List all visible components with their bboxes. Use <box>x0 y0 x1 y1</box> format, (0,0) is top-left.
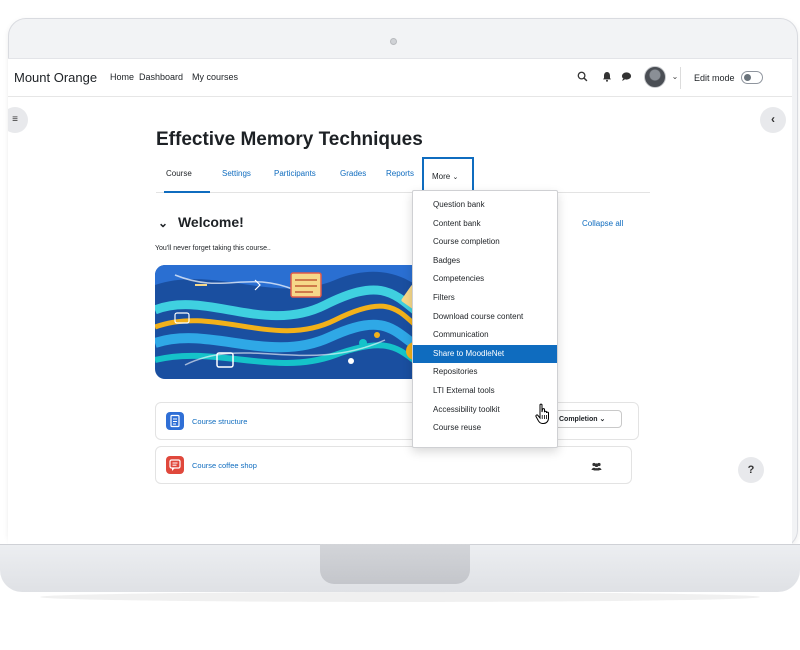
menu-item-filters[interactable]: Filters <box>413 289 557 308</box>
forum-icon <box>166 456 184 474</box>
collapse-all-link[interactable]: Collapse all <box>582 219 623 228</box>
help-button[interactable]: ? <box>738 457 764 483</box>
chevron-down-icon: ⌄ <box>599 416 606 423</box>
block-drawer-toggle[interactable]: ‹ <box>760 107 786 133</box>
menu-item-question-bank[interactable]: Question bank <box>413 196 557 215</box>
completion-label: Completion <box>559 416 598 423</box>
tab-participants[interactable]: Participants <box>274 169 316 178</box>
menu-item-course-completion[interactable]: Course completion <box>413 233 557 252</box>
active-tab-indicator <box>164 191 210 193</box>
site-brand[interactable]: Mount Orange <box>14 70 97 85</box>
menu-item-download-course-content[interactable]: Download course content <box>413 308 557 327</box>
tab-more[interactable]: More ⌄ <box>422 157 474 191</box>
secondary-navigation: Course Settings Participants Grades Repo… <box>156 155 650 193</box>
list-icon: ≡ <box>12 114 18 125</box>
nav-my-courses-link[interactable]: My courses <box>192 72 238 82</box>
search-icon[interactable] <box>574 71 590 85</box>
help-label: ? <box>747 464 755 476</box>
bell-icon[interactable] <box>599 71 615 85</box>
tab-course[interactable]: Course <box>166 169 192 178</box>
activity-name[interactable]: Course structure <box>192 417 247 426</box>
completion-dropdown[interactable]: Completion ⌄ <box>554 410 622 428</box>
menu-item-content-bank[interactable]: Content bank <box>413 215 557 234</box>
edit-mode-toggle[interactable] <box>741 71 763 84</box>
section-summary: You'll never forget taking this course.. <box>155 245 271 252</box>
menu-item-lti-external-tools[interactable]: LTI External tools <box>413 382 557 401</box>
tab-settings[interactable]: Settings <box>222 169 251 178</box>
chevron-down-icon: ⌄ <box>452 174 459 181</box>
screen: Mount Orange Home Dashboard My courses ⌄… <box>8 58 792 544</box>
group-icon <box>591 462 602 474</box>
laptop-shadow <box>40 592 760 602</box>
menu-item-communication[interactable]: Communication <box>413 326 557 345</box>
course-banner-image <box>155 265 427 379</box>
tab-reports[interactable]: Reports <box>386 169 414 178</box>
page-title: Effective Memory Techniques <box>156 129 423 150</box>
navbar-divider <box>680 67 681 89</box>
activity-course-coffee-shop[interactable]: Course coffee shop <box>155 446 632 484</box>
more-label: More <box>432 172 451 181</box>
section-title-text: Welcome! <box>177 214 244 230</box>
chevron-down-icon[interactable]: ⌄ <box>158 216 168 230</box>
nav-dashboard-link[interactable]: Dashboard <box>139 72 183 82</box>
laptop-notch <box>320 544 470 584</box>
tab-grades[interactable]: Grades <box>340 169 366 178</box>
chevron-left-icon: ‹ <box>771 112 775 126</box>
menu-item-competencies[interactable]: Competencies <box>413 270 557 289</box>
menu-item-share-to-moodlenet[interactable]: Share to MoodleNet <box>413 344 557 364</box>
chat-icon[interactable] <box>618 71 634 85</box>
activity-name[interactable]: Course coffee shop <box>192 461 257 470</box>
top-navbar: Mount Orange Home Dashboard My courses ⌄… <box>8 59 792 97</box>
camera <box>390 38 397 45</box>
avatar[interactable] <box>644 66 666 88</box>
menu-item-repositories[interactable]: Repositories <box>413 363 557 382</box>
edit-mode-label: Edit mode <box>694 73 735 83</box>
course-index-toggle[interactable]: ≡ <box>8 107 28 133</box>
section-title[interactable]: ⌄ Welcome! <box>158 214 244 230</box>
hand-pointer-cursor-icon <box>535 403 553 430</box>
file-icon <box>166 412 184 430</box>
menu-item-badges[interactable]: Badges <box>413 252 557 271</box>
nav-home-link[interactable]: Home <box>110 72 134 82</box>
